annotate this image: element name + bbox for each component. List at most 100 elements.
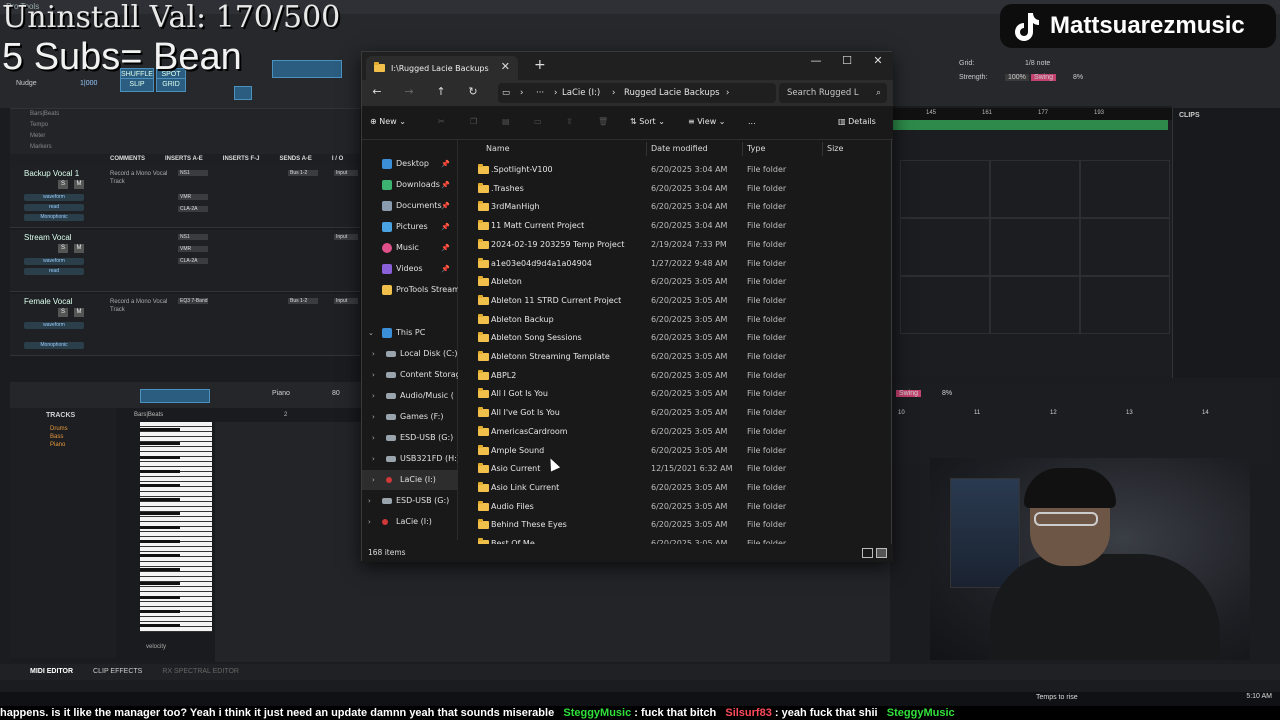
tiles-view-icon[interactable] [876,548,887,558]
rename-icon[interactable]: ▭ [534,117,542,126]
chevron-right-icon[interactable]: › [368,491,371,511]
copy-icon[interactable]: ❐ [470,117,477,126]
file-row[interactable]: 2024-02-19 203259 Temp Project 2/19/2024 … [466,235,886,254]
file-row[interactable]: Abletonn Streaming Template 6/20/2025 3:0… [466,347,886,366]
nav-item-lacie[interactable]: › LaCie (I:) [362,470,458,490]
insert-slot[interactable]: CLA-2A [178,258,208,264]
file-row[interactable]: Asio Current 12/15/2021 6:32 AM File folde… [466,459,886,478]
grid-button[interactable]: GRID [156,78,186,92]
insert-slot[interactable]: VMR [178,194,208,200]
send-slot[interactable]: Bus 1-2 [288,298,318,304]
breadcrumb-folder[interactable]: Rugged Lacie Backups [624,83,720,103]
insert-slot[interactable]: VMR [178,246,208,252]
midi-swing-value[interactable]: 8% [942,390,952,397]
file-row[interactable]: AmericasCardroom 6/20/2025 3:05 AM File fo… [466,422,886,441]
nav-item-audio-music[interactable]: › Audio/Music ( [362,386,458,406]
cut-icon[interactable]: ✂ [438,117,445,126]
swing-label[interactable]: Swing [1031,74,1057,81]
file-row[interactable]: .Spotlight-V100 6/20/2025 3:04 AM File fol… [466,160,886,179]
up-button[interactable]: ↑ [432,85,450,98]
track-comment[interactable]: Record a Mono Vocal Track [110,298,170,314]
insert-slot[interactable]: CLA-2A [178,206,208,212]
smart-tool-button[interactable] [272,60,342,78]
address-path[interactable]: ▭ › ··· › LaCie (I:) › Rugged Lacie Back… [498,83,776,103]
midi-default-velocity[interactable]: 80 [332,390,340,397]
forward-button[interactable]: → [400,85,418,98]
details-view-icon[interactable] [862,548,873,558]
nav-item-protools-stream[interactable]: ProTools Stream [362,280,458,300]
track-view-selector[interactable]: waveform [24,322,84,329]
midi-swing-label[interactable]: Swing [896,390,922,397]
close-tab-icon[interactable]: ✕ [501,60,510,73]
send-slot[interactable]: Bus 1-2 [288,170,318,176]
slip-button[interactable]: SLIP [120,78,154,92]
file-row[interactable]: Behind These Eyes 6/20/2025 3:05 AM File f… [466,515,886,534]
search-input[interactable]: Search Rugged L ⌕ [779,83,887,103]
taskbar-clock[interactable]: 5:10 AM [1246,693,1272,700]
new-button[interactable]: ⊕ New ⌄ [370,117,406,126]
tab-rx-spectral[interactable]: RX SPECTRAL EDITOR [162,664,239,680]
track-name[interactable]: Female Vocal [24,297,72,306]
mute-button[interactable]: M [74,180,84,189]
file-row[interactable]: 11 Matt Current Project 6/20/2025 3:04 AM… [466,216,886,235]
file-row[interactable]: Audio Files 6/20/2025 3:05 AM File folder [466,497,886,516]
file-row[interactable]: Ample Sound 6/20/2025 3:05 AM File folder [466,441,886,460]
automation-mode[interactable]: read [24,268,84,275]
file-row[interactable]: Best Of Me 6/20/2025 3:05 AM File folder [466,534,886,544]
file-row[interactable]: Ableton Song Sessions 6/20/2025 3:05 AM Fi… [466,328,886,347]
nav-item-documents[interactable]: Documents 📌 [362,196,458,216]
insert-slot[interactable]: EQ3 7-Band [178,298,208,304]
close-window-button[interactable]: ✕ [868,54,888,67]
track-name[interactable]: Backup Vocal 1 [24,169,79,178]
swing-value[interactable]: 8% [1073,74,1083,81]
pin-icon[interactable]: 📌 [441,154,450,174]
nav-item-desktop[interactable]: Desktop 📌 [362,154,458,174]
pin-icon[interactable]: 📌 [441,175,450,195]
mute-button[interactable]: M [74,244,84,253]
midi-instrument[interactable]: Piano [272,390,290,397]
io-input[interactable]: Input [334,234,358,240]
column-divider[interactable] [646,142,647,156]
track-view-selector[interactable]: waveform [24,258,84,265]
solo-button[interactable]: S [58,180,68,189]
insert-slot[interactable]: NS1 [178,170,208,176]
pin-icon[interactable]: 📌 [441,196,450,216]
strength-value[interactable]: 100% [1005,74,1029,81]
file-row[interactable]: All I've Got Is You 6/20/2025 3:05 AM File… [466,403,886,422]
maximize-button[interactable]: ☐ [837,54,857,67]
minimize-button[interactable]: — [806,54,826,67]
chevron-right-icon[interactable]: › [372,449,375,469]
selection-range-bar[interactable] [892,120,1168,130]
chevron-right-icon[interactable]: › [372,407,375,427]
nav-item-esd-usb-2[interactable]: › ESD-USB (G:) [362,491,458,511]
paste-icon[interactable]: ▤ [502,117,510,126]
pin-icon[interactable]: 📌 [441,259,450,279]
track-row[interactable]: Female Vocal S M waveform Monophonic Rec… [10,294,360,356]
nav-item-lacie-2[interactable]: › LaCie (I:) [362,512,458,532]
nav-item-this-pc[interactable]: ⌄ This PC [362,323,458,343]
cursor-tool-button[interactable] [234,86,252,100]
nav-item-esd-usb[interactable]: › ESD-USB (G:) [362,428,458,448]
weather-widget[interactable]: Temps to rise [1036,694,1078,701]
nav-item-pictures[interactable]: Pictures 📌 [362,217,458,237]
tab-clip-effects[interactable]: CLIP EFFECTS [93,664,142,680]
chevron-down-icon[interactable]: ⌄ [368,323,374,343]
column-divider[interactable] [742,142,743,156]
chevron-right-icon[interactable]: › [372,365,375,385]
nudge-value[interactable]: 1|000 [80,80,97,87]
breadcrumb-drive[interactable]: LaCie (I:) [562,83,600,103]
mute-button[interactable]: M [74,308,84,317]
track-row[interactable]: Stream Vocal S M waveform read NS1 VMR C… [10,230,360,292]
midi-track-item[interactable]: Piano [50,442,65,448]
chevron-right-icon[interactable]: › [372,386,375,406]
nav-item-downloads[interactable]: Downloads 📌 [362,175,458,195]
column-name[interactable]: Name [486,144,510,153]
io-input[interactable]: Input [334,298,358,304]
refresh-button[interactable]: ↻ [464,85,482,98]
file-row[interactable]: ABPL2 6/20/2025 3:05 AM File folder [466,366,886,385]
share-icon[interactable]: ⇪ [566,117,573,126]
nav-item-games[interactable]: › Games (F:) [362,407,458,427]
column-divider[interactable] [822,142,823,156]
midi-tool-group[interactable] [140,389,210,403]
track-view-selector[interactable]: waveform [24,194,84,201]
